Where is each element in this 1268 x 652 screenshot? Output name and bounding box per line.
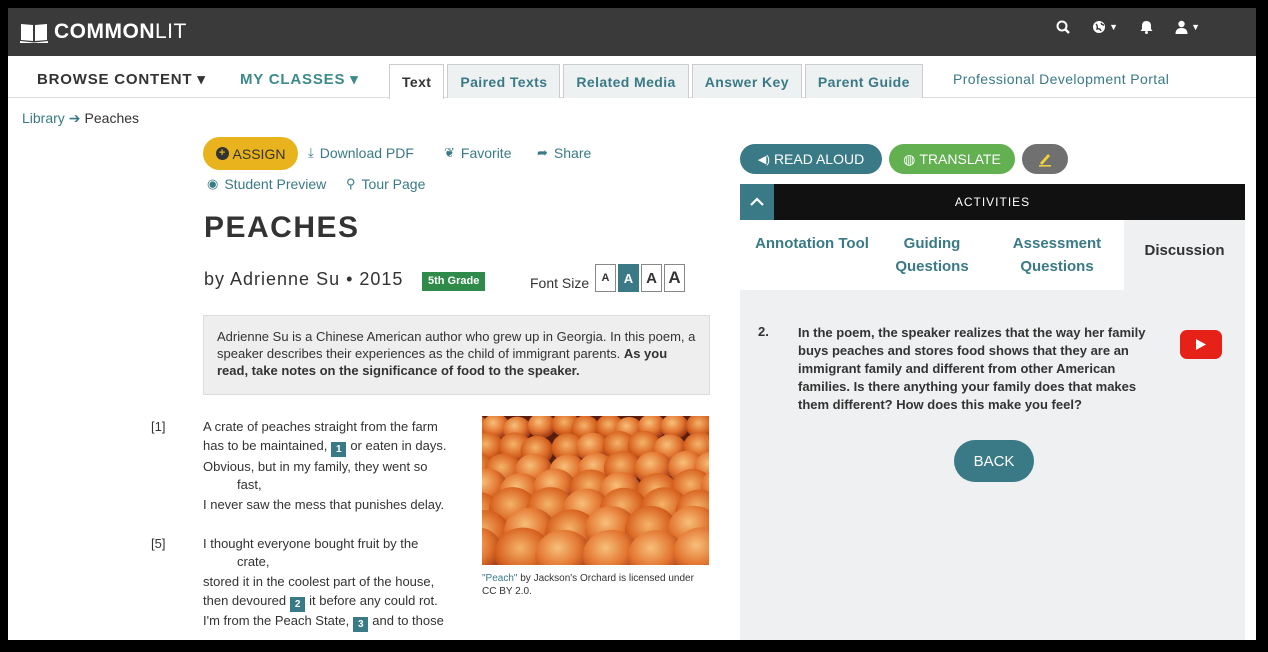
breadcrumb-current: Peaches [84,110,140,126]
poem-line: fast, [237,477,262,492]
activities-title: ACTIVITIES [954,195,1031,209]
share-icon: ➦ [537,145,548,160]
user-menu[interactable]: ▼ [1175,20,1200,34]
translate-button[interactable]: ◍ TRANSLATE [889,144,1015,174]
page: COMMON LIT ▼ ▼ BROWSE CONTENT ▾ MY CLASSE… [8,8,1256,640]
download-pdf-link[interactable]: ⤓ Download PDF [308,145,414,161]
share-label: Share [553,145,592,161]
question-number: 2. [758,324,769,339]
footnote-marker[interactable]: 3 [353,617,369,632]
arrow-right-icon: ➔ [68,110,81,126]
poem-line: crate, [237,554,270,569]
read-aloud-label: READ ALOUD [773,151,865,167]
tour-page-link[interactable]: ⚲ Tour Page [346,176,425,192]
tab-guiding-questions[interactable]: Guiding Questions [872,232,992,278]
text-title: PEACHES [204,211,360,244]
tab-text[interactable]: Text [389,64,445,99]
activities-bar: ACTIVITIES [740,184,1245,220]
browse-content-menu[interactable]: BROWSE CONTENT ▾ [37,70,206,88]
font-size-medium-button[interactable]: A [618,264,639,292]
poem-line: I'm from the Peach State, 3 and to those [203,613,444,632]
share-link[interactable]: ➦ Share [537,145,591,161]
chevron-down-icon: ▼ [1191,22,1200,32]
translate-label: TRANSLATE [919,151,1001,167]
highlighter-button[interactable] [1022,144,1068,174]
globe-icon: ◍ [903,150,916,167]
footnote-marker[interactable]: 1 [331,442,347,457]
highlighter-icon [1039,154,1051,167]
tab-assessment-questions[interactable]: Assessment Questions [992,232,1122,278]
poem-line: I never saw the mess that punishes delay… [203,497,445,512]
text-tabs: Text Paired Texts Related Media Answer K… [389,64,926,99]
font-size-xlarge-button[interactable]: A [664,264,685,292]
discussion-panel: 2. In the poem, the speaker realizes tha… [740,290,1245,640]
poem-line: A crate of peaches straight from the far… [203,419,438,434]
favorite-label: Favorite [460,145,512,161]
student-preview-label: Student Preview [224,176,327,192]
font-size-label: Font Size [530,275,590,291]
youtube-icon [1196,339,1206,350]
bell-icon[interactable] [1140,20,1153,34]
tab-answer-key[interactable]: Answer Key [691,64,802,98]
caption-link[interactable]: "Peach" [482,573,517,584]
content-nav: BROWSE CONTENT ▾ MY CLASSES ▾ Text Paire… [8,56,1256,99]
poem-line: stored it in the coolest part of the hou… [203,574,435,589]
pd-portal-link[interactable]: Professional Development Portal [953,71,1169,87]
poem-line: I thought everyone bought fruit by the [203,536,419,551]
chevron-down-icon: ▼ [1109,22,1119,32]
globe-icon [1093,21,1106,33]
image-caption: "Peach" by Jackson's Orchard is licensed… [482,572,709,598]
youtube-button[interactable] [1180,330,1222,359]
tab-discussion[interactable]: Discussion [1124,220,1245,290]
line-number: [1] [151,419,166,434]
font-size-buttons: A A A A [595,264,685,292]
tab-related-media[interactable]: Related Media [563,64,689,98]
breadcrumb: Library ➔ Peaches [22,110,139,127]
top-bar: COMMON LIT ▼ ▼ [8,8,1256,56]
logo[interactable]: COMMON LIT [20,20,187,44]
chevron-up-icon [750,197,764,206]
favorite-icon: ❦ [444,145,455,160]
assign-button[interactable]: + ASSIGN [203,137,298,170]
back-button[interactable]: BACK [954,440,1034,482]
favorite-link[interactable]: ❦ Favorite [444,145,511,161]
user-icon [1175,20,1188,34]
grade-badge: 5th Grade [422,272,486,291]
tour-icon: ⚲ [346,176,356,191]
tab-parent-guide[interactable]: Parent Guide [804,64,923,98]
download-icon: ⤓ [308,145,314,160]
activity-tabs: Annotation Tool Guiding Questions Assess… [740,220,1245,290]
plus-icon: + [215,147,229,160]
collapse-activities-button[interactable] [740,184,774,220]
poem-line: Obvious, but in my family, they went so [203,459,428,474]
tour-page-label: Tour Page [361,176,426,192]
line-number: [5] [151,536,166,551]
byline: by Adrienne Su • 2015 [204,269,404,289]
read-aloud-button[interactable]: ◀) READ ALOUD [740,144,882,174]
book-icon [20,24,48,43]
assign-label: ASSIGN [232,145,286,162]
my-classes-menu[interactable]: MY CLASSES ▾ [240,70,359,88]
tab-paired-texts[interactable]: Paired Texts [447,64,561,98]
search-icon[interactable] [1056,20,1071,34]
student-preview-link[interactable]: ◉ Student Preview [207,176,326,192]
logo-text-strong: COMMON [54,20,155,43]
download-label: Download PDF [319,145,414,161]
font-size-large-button[interactable]: A [641,264,662,292]
globe-menu[interactable]: ▼ [1092,20,1118,34]
eye-icon: ◉ [207,176,219,191]
intro-box: Adrienne Su is a Chinese American author… [203,315,710,395]
tab-annotation-tool[interactable]: Annotation Tool [752,232,872,255]
poem-line: has to be maintained, 1 or eaten in days. [203,438,447,457]
poem-line: then devoured 2 it before any could rot. [203,593,438,612]
discussion-question: In the poem, the speaker realizes that t… [798,325,1146,412]
footnote-marker[interactable]: 2 [290,597,306,612]
font-size-small-button[interactable]: A [595,264,616,292]
breadcrumb-library[interactable]: Library [22,110,65,126]
speaker-icon: ◀) [757,153,770,166]
peaches-photo [482,416,709,565]
logo-text-light: LIT [155,20,187,43]
